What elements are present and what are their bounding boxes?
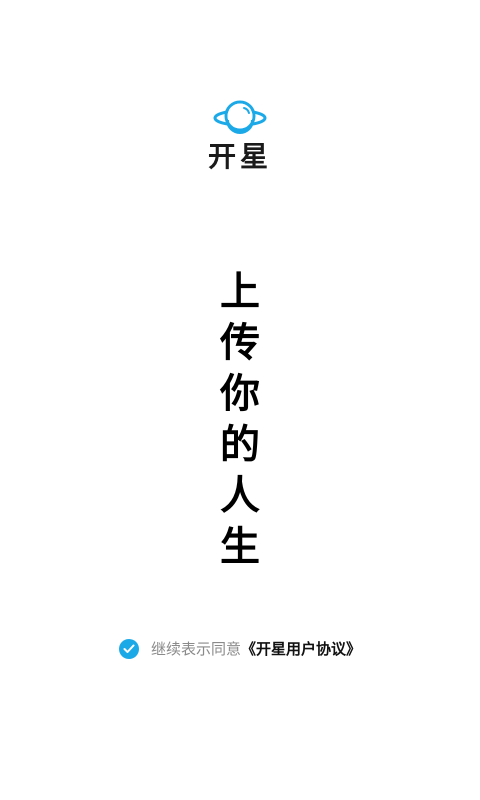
agreement-prefix: 继续表示同意 (150, 640, 241, 658)
slogan-char: 上 (220, 268, 260, 315)
agreement-row: 继续表示同意 《开星用户协议》 (0, 638, 480, 659)
slogan-char: 生 (220, 523, 260, 570)
slogan-char: 的 (220, 421, 260, 468)
planet-icon (213, 100, 267, 134)
slogan-char: 你 (220, 370, 260, 417)
slogan-char: 传 (220, 319, 260, 366)
slogan: 上 传 你 的 人 生 (0, 266, 480, 572)
user-agreement-link[interactable]: 《开星用户协议》 (241, 638, 361, 659)
slogan-char: 人 (220, 472, 260, 519)
brand-name: 开星 (207, 140, 272, 173)
checkmark-icon (123, 644, 135, 653)
app-logo: 开星 (0, 96, 480, 174)
agree-checkbox[interactable] (118, 638, 139, 659)
